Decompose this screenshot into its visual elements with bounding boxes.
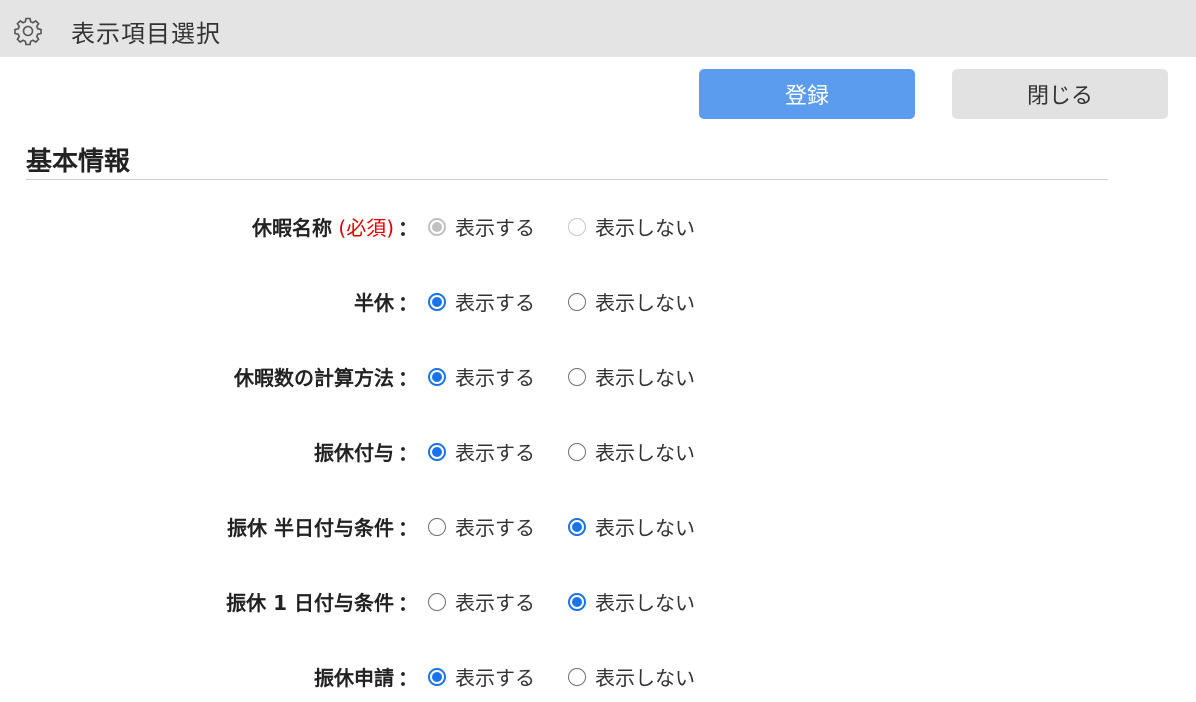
gear-icon — [14, 17, 42, 46]
setting-label: 休暇名称 (必須)： — [252, 212, 418, 241]
radio-button-hide[interactable] — [568, 667, 586, 686]
section-divider — [26, 179, 1108, 180]
setting-name: 休暇数の計算方法 — [234, 366, 394, 390]
radio-button-show[interactable] — [428, 517, 446, 536]
setting-name: 振休申請 — [314, 666, 394, 690]
radio-button-show[interactable] — [428, 292, 446, 311]
setting-label: 振休申請： — [314, 662, 418, 691]
radio-option-show: 表示する — [428, 212, 535, 241]
setting-label: 振休 1 日付与条件： — [226, 587, 418, 616]
setting-name: 振休 1 日付与条件 — [226, 591, 394, 615]
radio-label-hide: 表示しない — [595, 591, 695, 615]
radio-button-show[interactable] — [428, 367, 446, 386]
radio-button-show[interactable] — [428, 592, 446, 611]
setting-label: 半休： — [354, 287, 418, 316]
radio-button-show[interactable] — [428, 667, 446, 686]
page-title: 表示項目選択 — [71, 20, 221, 48]
radio-option-hide: 表示しない — [568, 212, 695, 241]
radio-option-show[interactable]: 表示する — [428, 437, 535, 466]
setting-row: 振休 半日付与条件： 表示する 表示しない — [0, 504, 1196, 544]
label-colon: ： — [398, 291, 418, 315]
radio-option-show[interactable]: 表示する — [428, 362, 535, 391]
radio-label-hide: 表示しない — [595, 216, 695, 240]
setting-row: 振休申請： 表示する 表示しない — [0, 654, 1196, 694]
label-colon: ： — [398, 516, 418, 540]
section-title: 基本情報 — [26, 147, 131, 177]
radio-option-hide[interactable]: 表示しない — [568, 662, 695, 691]
radio-button-hide — [568, 217, 586, 236]
radio-label-show: 表示する — [455, 291, 535, 315]
label-colon: ： — [398, 216, 418, 240]
setting-row: 振休付与： 表示する 表示しない — [0, 429, 1196, 469]
title-bar: 表示項目選択 — [0, 0, 1196, 57]
radio-label-show: 表示する — [455, 216, 535, 240]
radio-option-show[interactable]: 表示する — [428, 512, 535, 541]
required-mark: (必須) — [332, 216, 394, 240]
radio-option-show[interactable]: 表示する — [428, 662, 535, 691]
label-colon: ： — [398, 666, 418, 690]
radio-label-hide: 表示しない — [595, 666, 695, 690]
radio-button-hide[interactable] — [568, 367, 586, 386]
radio-label-show: 表示する — [455, 366, 535, 390]
radio-label-hide: 表示しない — [595, 516, 695, 540]
label-colon: ： — [398, 591, 418, 615]
radio-label-show: 表示する — [455, 591, 535, 615]
setting-name: 振休 半日付与条件 — [227, 516, 394, 540]
setting-row: 休暇数の計算方法： 表示する 表示しない — [0, 354, 1196, 394]
setting-name: 半休 — [354, 291, 394, 315]
radio-label-hide: 表示しない — [595, 366, 695, 390]
radio-label-show: 表示する — [455, 516, 535, 540]
radio-label-hide: 表示しない — [595, 441, 695, 465]
radio-option-show[interactable]: 表示する — [428, 587, 535, 616]
radio-button-hide[interactable] — [568, 442, 586, 461]
setting-row: 振休 1 日付与条件： 表示する 表示しない — [0, 579, 1196, 619]
radio-option-hide[interactable]: 表示しない — [568, 437, 695, 466]
setting-row: 半休： 表示する 表示しない — [0, 279, 1196, 319]
register-button[interactable]: 登録 — [699, 69, 915, 119]
label-colon: ： — [398, 441, 418, 465]
radio-option-hide[interactable]: 表示しない — [568, 587, 695, 616]
setting-row: 休暇名称 (必須)： 表示する 表示しない — [0, 204, 1196, 244]
setting-label: 振休 半日付与条件： — [227, 512, 418, 541]
radio-button-hide[interactable] — [568, 292, 586, 311]
radio-option-hide[interactable]: 表示しない — [568, 512, 695, 541]
close-button[interactable]: 閉じる — [952, 69, 1168, 119]
setting-name: 振休付与 — [314, 441, 394, 465]
radio-label-hide: 表示しない — [595, 291, 695, 315]
setting-label: 休暇数の計算方法： — [234, 362, 418, 391]
radio-option-hide[interactable]: 表示しない — [568, 287, 695, 316]
radio-button-hide[interactable] — [568, 592, 586, 611]
radio-label-show: 表示する — [455, 441, 535, 465]
label-colon: ： — [398, 366, 418, 390]
setting-label: 振休付与： — [314, 437, 418, 466]
radio-label-show: 表示する — [455, 666, 535, 690]
radio-button-hide[interactable] — [568, 517, 586, 536]
radio-button-show — [428, 217, 446, 236]
radio-option-hide[interactable]: 表示しない — [568, 362, 695, 391]
setting-name: 休暇名称 — [252, 216, 333, 240]
radio-option-show[interactable]: 表示する — [428, 287, 535, 316]
radio-button-show[interactable] — [428, 442, 446, 461]
